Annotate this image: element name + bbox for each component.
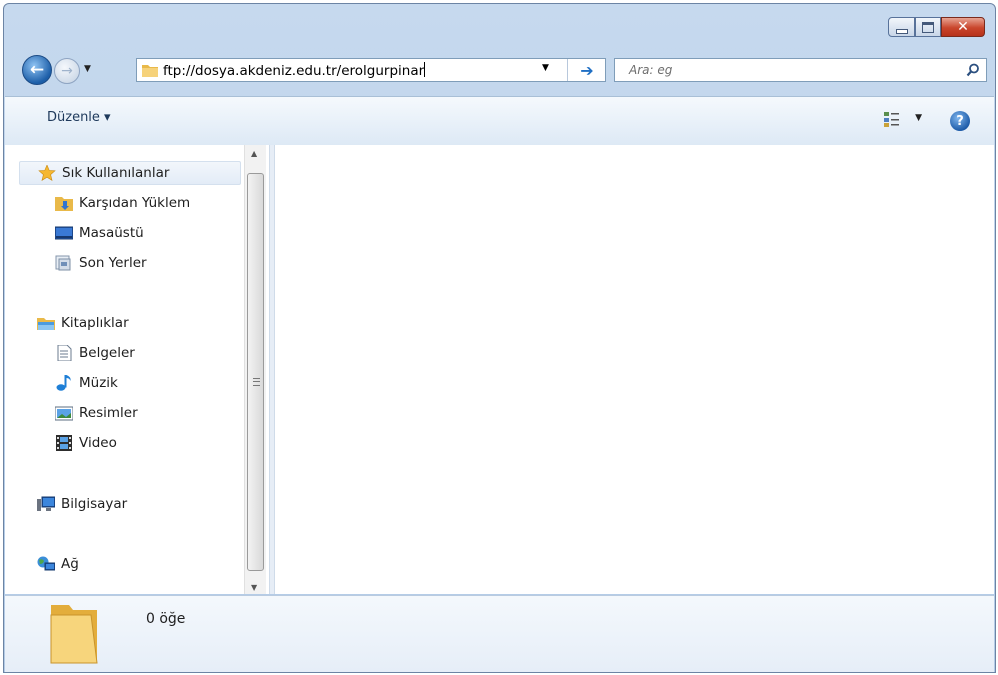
sidebar-item-libraries[interactable]: Kitaplıklar <box>37 311 129 335</box>
sidebar-item-documents[interactable]: Belgeler <box>55 341 135 365</box>
navigation-scrollbar[interactable]: ▲ ▼ <box>244 145 266 594</box>
sidebar-item-recent-places[interactable]: Son Yerler <box>55 251 147 275</box>
library-icon <box>37 318 55 330</box>
sidebar-item-label: Bilgisayar <box>61 496 128 512</box>
recent-places-icon <box>55 255 71 271</box>
forward-button[interactable]: → <box>54 58 80 84</box>
sidebar-item-label: Karşıdan Yüklem <box>79 195 191 211</box>
folder-icon <box>142 65 158 77</box>
maximize-button[interactable] <box>915 17 941 37</box>
minimize-icon <box>895 28 908 34</box>
go-button[interactable]: ➔ <box>567 59 606 81</box>
video-icon <box>56 435 72 451</box>
explorer-window: ✕ ← → ▼ ftp://dosya.akdeniz.edu.tr/erolg… <box>3 3 996 673</box>
back-arrow-icon: ← <box>29 60 45 80</box>
sidebar-item-label: Kitaplıklar <box>61 315 129 331</box>
network-icon <box>37 556 55 571</box>
details-pane: 0 öğe <box>5 595 994 672</box>
address-bar[interactable]: ftp://dosya.akdeniz.edu.tr/erolgurpinar … <box>136 58 606 82</box>
help-button[interactable]: ? <box>950 111 970 131</box>
sidebar-item-label: Masaüstü <box>79 225 144 241</box>
star-icon <box>38 165 56 181</box>
sidebar-item-video[interactable]: Video <box>55 431 117 455</box>
view-options-icon[interactable] <box>883 111 900 128</box>
main-area: Sık Kullanılanlar Karşıdan Yüklem Masaüs… <box>5 145 994 594</box>
desktop-icon <box>55 226 73 240</box>
sidebar-item-label: Müzik <box>79 375 118 391</box>
address-input[interactable]: ftp://dosya.akdeniz.edu.tr/erolgurpinar <box>163 62 426 79</box>
sidebar-item-label: Video <box>79 435 117 451</box>
computer-icon <box>37 496 55 511</box>
search-input[interactable]: Ara: eg <box>629 63 672 77</box>
search-box[interactable]: Ara: eg <box>614 58 987 82</box>
arrow-right-icon: ➔ <box>580 60 594 80</box>
sidebar-item-downloads[interactable]: Karşıdan Yüklem <box>55 191 190 215</box>
navigation-pane: Sık Kullanılanlar Karşıdan Yüklem Masaüs… <box>19 145 242 594</box>
close-button[interactable]: ✕ <box>941 17 985 37</box>
music-icon <box>56 375 71 391</box>
sidebar-item-label: Sık Kullanılanlar <box>62 165 170 181</box>
close-icon: ✕ <box>957 19 969 35</box>
scroll-up-arrow-icon[interactable]: ▲ <box>251 149 257 158</box>
sidebar-item-pictures[interactable]: Resimler <box>55 401 138 425</box>
address-dropdown[interactable]: ▼ <box>542 63 549 73</box>
forward-arrow-icon: → <box>61 63 73 79</box>
view-dropdown[interactable]: ▼ <box>915 113 922 123</box>
minimize-button[interactable] <box>888 17 915 37</box>
command-bar: Düzenle ▾ ▼ ? <box>5 96 994 146</box>
help-icon: ? <box>956 113 964 129</box>
sidebar-item-favorites[interactable]: Sık Kullanılanlar <box>19 161 241 185</box>
recent-pages-dropdown[interactable]: ▼ <box>84 64 91 74</box>
item-count: 0 öğe <box>146 611 186 627</box>
scroll-down-arrow-icon[interactable]: ▼ <box>251 583 257 592</box>
organize-button[interactable]: Düzenle ▾ <box>47 110 111 125</box>
file-list-pane[interactable] <box>275 145 994 594</box>
sidebar-item-network[interactable]: Ağ <box>37 552 79 576</box>
sidebar-item-label: Belgeler <box>79 345 135 361</box>
address-text: ftp://dosya.akdeniz.edu.tr/erolgurpinar <box>163 63 425 79</box>
sidebar-item-desktop[interactable]: Masaüstü <box>55 221 144 245</box>
document-icon <box>57 345 72 361</box>
search-icon[interactable] <box>966 63 980 77</box>
sidebar-item-label: Ağ <box>61 556 79 572</box>
pictures-icon <box>55 406 73 421</box>
sidebar-item-label: Resimler <box>79 405 138 421</box>
downloads-icon <box>55 197 73 211</box>
text-caret <box>424 62 426 77</box>
sidebar-item-music[interactable]: Müzik <box>55 371 118 395</box>
grip-icon <box>253 378 260 386</box>
sidebar-item-label: Son Yerler <box>79 255 147 271</box>
scroll-thumb[interactable] <box>247 173 264 571</box>
folder-icon <box>50 605 98 664</box>
back-button[interactable]: ← <box>22 55 52 85</box>
sidebar-item-computer[interactable]: Bilgisayar <box>37 492 127 516</box>
window-controls: ✕ <box>888 17 985 39</box>
navigation-bar: ← → ▼ ftp://dosya.akdeniz.edu.tr/erolgur… <box>4 54 995 86</box>
title-bar[interactable]: ✕ <box>4 4 995 46</box>
maximize-icon <box>922 21 934 33</box>
